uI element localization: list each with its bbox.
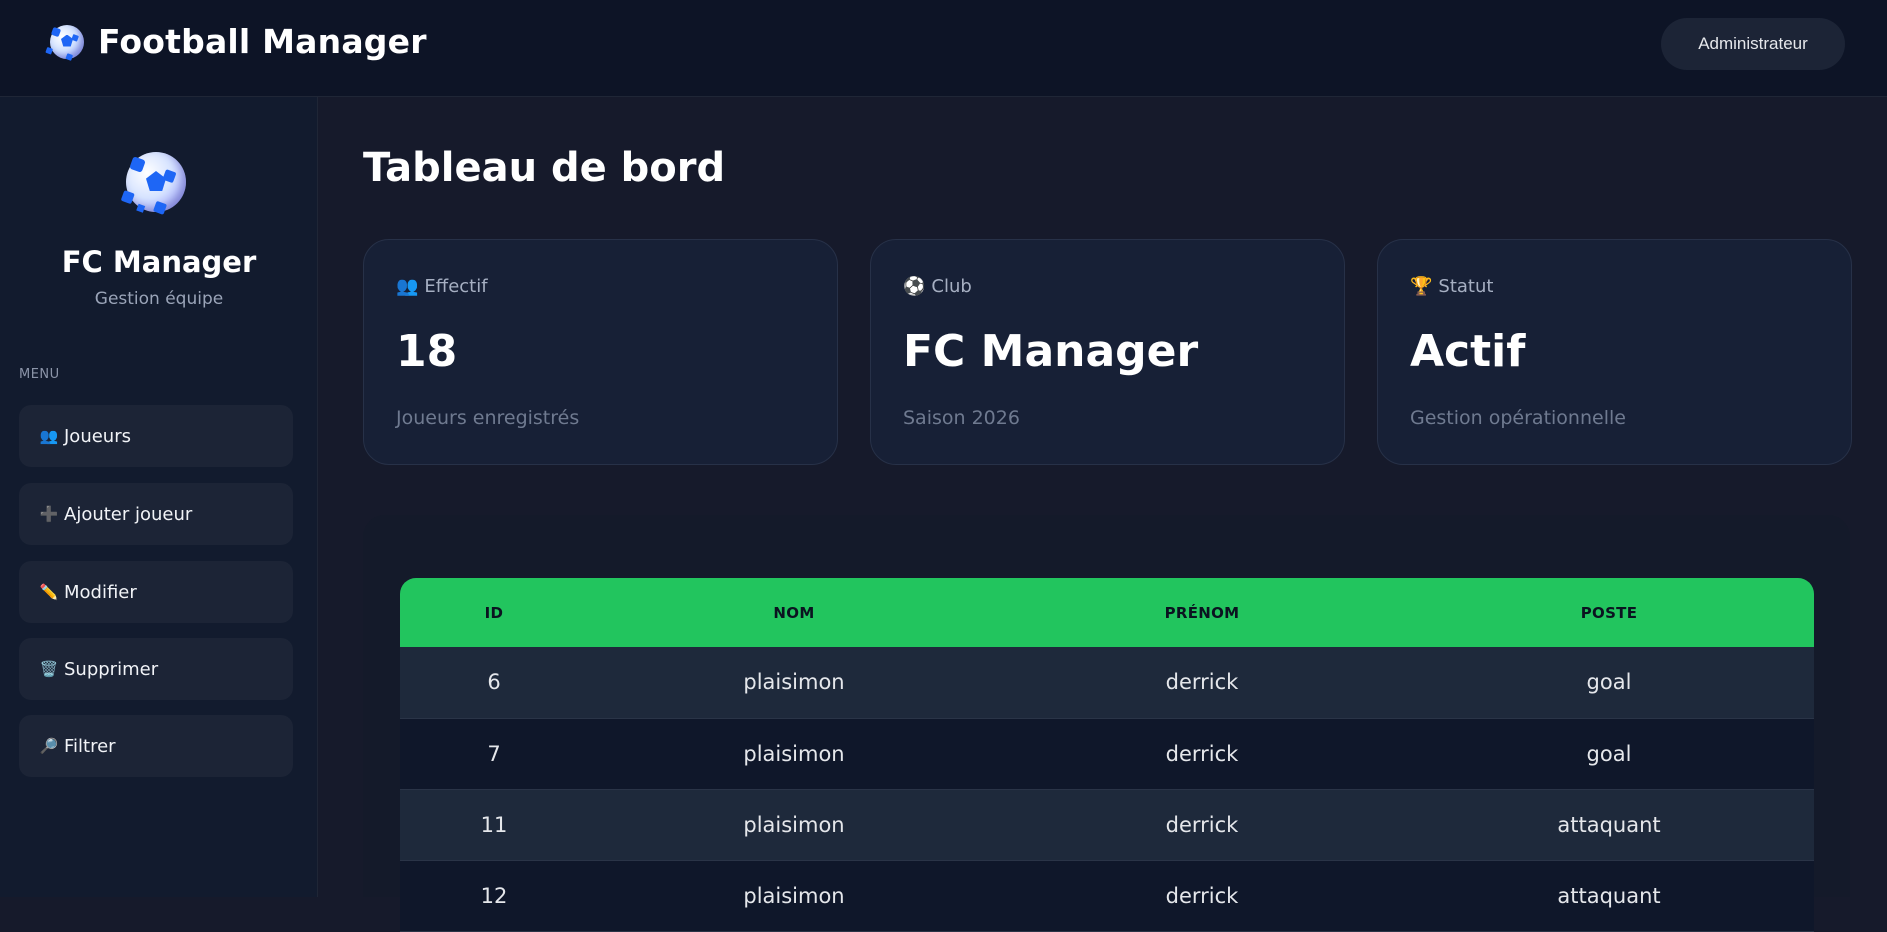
sidebar-item-modifier[interactable]: ✏️ Modifier	[19, 561, 293, 623]
table-row[interactable]: 11 plaisimon derrick attaquant	[400, 789, 1814, 861]
stat-card-statut: 🏆 Statut Actif Gestion opérationnelle	[1377, 239, 1852, 465]
column-header-nom[interactable]: NOM	[588, 578, 1000, 647]
card-value: FC Manager	[903, 326, 1199, 377]
soccer-ball-icon: ⚽	[903, 276, 926, 297]
cell-poste: goal	[1404, 718, 1814, 790]
cell-nom: plaisimon	[588, 647, 1000, 719]
plus-icon: ➕	[39, 505, 59, 523]
cell-poste: attaquant	[1404, 789, 1814, 861]
cell-nom: plaisimon	[588, 860, 1000, 932]
menu-label: MENU	[19, 367, 60, 382]
cell-id: 7	[400, 718, 588, 790]
card-value: 18	[396, 326, 458, 377]
card-label: Effectif	[424, 276, 488, 297]
cell-prenom: derrick	[1000, 789, 1404, 861]
top-bar: Football Manager Administrateur	[0, 0, 1887, 97]
table-row[interactable]: 7 plaisimon derrick goal	[400, 718, 1814, 790]
sidebar: FC Manager Gestion équipe MENU 👥 Joueurs…	[0, 97, 318, 897]
sidebar-item-label: Joueurs	[64, 425, 131, 447]
trophy-icon: 🏆	[1410, 276, 1433, 297]
table-row[interactable]: 6 plaisimon derrick goal	[400, 647, 1814, 719]
sidebar-title: FC Manager	[61, 245, 257, 279]
column-header-prenom[interactable]: PRÉNOM	[1000, 578, 1404, 647]
card-description: Joueurs enregistrés	[396, 407, 580, 429]
app-title: Football Manager	[98, 22, 427, 61]
cell-poste: goal	[1404, 647, 1814, 719]
soccer-ball-icon	[126, 152, 186, 212]
admin-button[interactable]: Administrateur	[1661, 18, 1845, 70]
page-title: Tableau de bord	[363, 145, 726, 191]
sidebar-item-label: Modifier	[64, 581, 137, 603]
card-label: Statut	[1438, 276, 1494, 297]
sidebar-item-filtrer[interactable]: 🔎 Filtrer	[19, 715, 293, 777]
cell-prenom: derrick	[1000, 860, 1404, 932]
cell-nom: plaisimon	[588, 718, 1000, 790]
sidebar-item-label: Filtrer	[64, 735, 116, 757]
trash-icon: 🗑️	[39, 660, 59, 678]
cell-id: 12	[400, 860, 588, 932]
cell-nom: plaisimon	[588, 789, 1000, 861]
stat-card-club: ⚽ Club FC Manager Saison 2026	[870, 239, 1345, 465]
players-table: ID NOM PRÉNOM POSTE 6 plaisimon derrick …	[400, 578, 1814, 932]
cell-id: 11	[400, 789, 588, 861]
cell-prenom: derrick	[1000, 718, 1404, 790]
column-header-id[interactable]: ID	[400, 578, 588, 647]
table-row[interactable]: 12 plaisimon derrick attaquant	[400, 860, 1814, 932]
pencil-icon: ✏️	[39, 583, 59, 601]
sidebar-subtitle: Gestion équipe	[94, 289, 224, 309]
cell-id: 6	[400, 647, 588, 719]
sidebar-item-joueurs[interactable]: 👥 Joueurs	[19, 405, 293, 467]
column-header-poste[interactable]: POSTE	[1404, 578, 1814, 647]
card-value: Actif	[1410, 326, 1526, 377]
card-description: Saison 2026	[903, 407, 1020, 429]
sidebar-item-label: Ajouter joueur	[64, 503, 193, 525]
users-icon: 👥	[396, 276, 419, 297]
sidebar-item-label: Supprimer	[64, 658, 159, 680]
cell-poste: attaquant	[1404, 860, 1814, 932]
soccer-ball-icon	[50, 24, 84, 59]
card-description: Gestion opérationnelle	[1410, 407, 1626, 429]
cell-prenom: derrick	[1000, 647, 1404, 719]
stat-card-effectif: 👥 Effectif 18 Joueurs enregistrés	[363, 239, 838, 465]
sidebar-item-ajouter-joueur[interactable]: ➕ Ajouter joueur	[19, 483, 293, 545]
magnifier-icon: 🔎	[39, 737, 59, 755]
card-label: Club	[931, 276, 972, 297]
users-icon: 👥	[39, 427, 59, 445]
table-header-row: ID NOM PRÉNOM POSTE	[400, 578, 1814, 647]
brand[interactable]: Football Manager	[50, 22, 427, 61]
sidebar-item-supprimer[interactable]: 🗑️ Supprimer	[19, 638, 293, 700]
